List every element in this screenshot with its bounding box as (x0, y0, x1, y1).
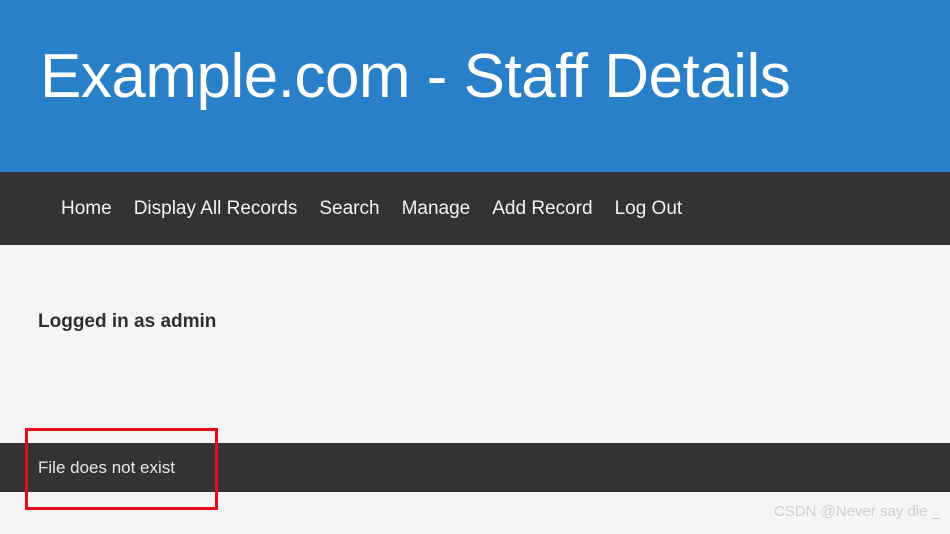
login-status-text: Logged in as admin (38, 311, 217, 332)
nav-link-display-all-records[interactable]: Display All Records (123, 172, 309, 245)
nav-item-search[interactable]: Search (308, 172, 390, 245)
nav-item-log-out[interactable]: Log Out (604, 172, 694, 245)
nav-link-manage[interactable]: Manage (391, 172, 482, 245)
nav-list: Home Display All Records Search Manage A… (50, 172, 693, 245)
nav-link-add-record[interactable]: Add Record (481, 172, 603, 245)
nav-link-home[interactable]: Home (50, 172, 123, 245)
nav-link-log-out[interactable]: Log Out (604, 172, 694, 245)
nav-item-display-all-records[interactable]: Display All Records (123, 172, 309, 245)
main-navigation: Home Display All Records Search Manage A… (0, 172, 950, 245)
nav-link-search[interactable]: Search (308, 172, 390, 245)
page-root: Example.com - Staff Details Home Display… (0, 0, 950, 534)
nav-item-home[interactable]: Home (50, 172, 123, 245)
page-title: Example.com - Staff Details (40, 42, 791, 111)
message-bar: File does not exist (0, 443, 950, 492)
nav-item-add-record[interactable]: Add Record (481, 172, 603, 245)
error-message-text: File does not exist (38, 458, 176, 477)
nav-item-manage[interactable]: Manage (391, 172, 482, 245)
site-header: Example.com - Staff Details (0, 0, 950, 172)
watermark-text: CSDN @Never say die _ (773, 503, 940, 520)
